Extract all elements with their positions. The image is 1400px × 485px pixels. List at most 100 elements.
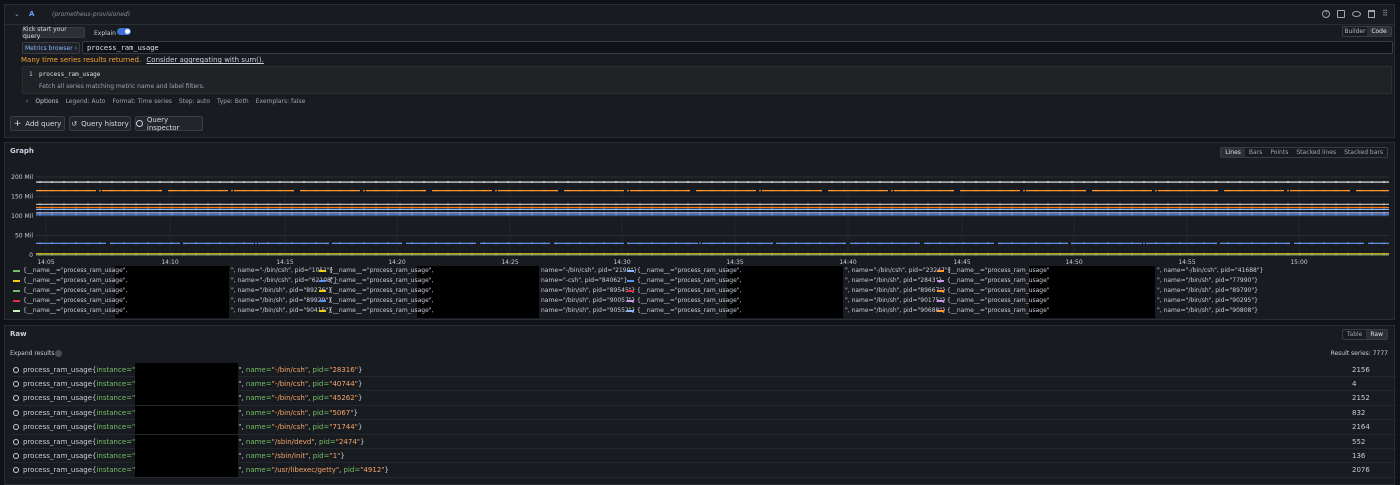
series-point — [1383, 206, 1385, 209]
legend-item[interactable]: {__name__="process_ram_usage", — [319, 287, 433, 294]
raw-result-row[interactable]: process_ram_usage{instance=" ", name="-/b… — [13, 376, 1396, 392]
series-point — [1287, 206, 1289, 209]
series-point — [1323, 189, 1325, 192]
legend-label-end: ", name="-/bin/csh", pid="41688"} — [1157, 267, 1264, 274]
query-history-button[interactable]: ↺ Query history — [69, 116, 131, 131]
duplicate-icon[interactable] — [1337, 10, 1346, 18]
series-point — [1203, 206, 1205, 209]
legend-item[interactable]: {__name__="process_ram_usage" — [937, 267, 1050, 274]
legend-item[interactable]: {__name__="process_ram_usage", — [627, 267, 741, 274]
legend-item[interactable]: {__name__="process_ram_usage" — [937, 277, 1050, 284]
link-icon[interactable] — [13, 366, 19, 373]
aggregate-link[interactable]: Consider aggregating with sum(). — [146, 56, 263, 64]
link-icon[interactable] — [13, 467, 19, 474]
series-point — [747, 203, 749, 206]
explain-toggle[interactable] — [117, 28, 131, 35]
drag-handle-icon[interactable]: ⠿ — [1382, 10, 1388, 18]
legend-item[interactable]: {__name__="process_ram_usage", — [627, 307, 741, 314]
series-point — [747, 189, 749, 192]
mode-points-button[interactable]: Points — [1266, 148, 1292, 157]
delete-trash-icon[interactable] — [1368, 10, 1376, 18]
series-point — [315, 211, 317, 214]
query-ref-id[interactable]: A — [29, 10, 34, 18]
kickstart-query-button[interactable]: Kick start your query — [22, 26, 85, 40]
series-point — [135, 211, 137, 214]
series-point — [243, 242, 245, 245]
add-query-button[interactable]: + Add query — [10, 116, 65, 131]
suggestion-title: process_ram_usage — [39, 71, 101, 78]
raw-result-row[interactable]: process_ram_usage{instance=" ", name="/us… — [13, 463, 1396, 478]
series-point — [1179, 242, 1181, 245]
legend-item[interactable]: {__name__="process_ram_usage", — [319, 267, 433, 274]
legend-item[interactable]: {__name__="process_ram_usage", — [13, 287, 127, 294]
option-type: Type: Both — [217, 98, 249, 105]
query-inspector-button[interactable]: Query inspector — [135, 116, 203, 132]
link-icon[interactable] — [13, 409, 19, 416]
series-point — [675, 181, 677, 183]
legend-item[interactable]: {__name__="process_ram_usage", — [13, 307, 127, 314]
legend-item[interactable]: {__name__="process_ram_usage", — [627, 297, 741, 304]
series-point — [975, 203, 977, 206]
legend-item[interactable]: {__name__="process_ram_usage" — [937, 287, 1050, 294]
query-expression-input[interactable]: process_ram_usage — [82, 41, 1393, 54]
legend-item[interactable]: {__name__="process_ram_usage", — [319, 277, 433, 284]
series-point — [339, 206, 341, 209]
link-icon[interactable] — [13, 380, 19, 387]
legend-item[interactable]: {__name__="process_ram_usage", — [319, 297, 433, 304]
code-mode-button[interactable]: Code — [1367, 27, 1391, 36]
mode-bars-button[interactable]: Bars — [1245, 148, 1266, 157]
series-point — [159, 253, 161, 256]
raw-result-row[interactable]: process_ram_usage{instance=" ", name="-/b… — [13, 405, 1396, 421]
raw-result-row[interactable]: process_ram_usage{instance=" ", name="/sb… — [13, 434, 1396, 449]
mode-lines-button[interactable]: Lines — [1221, 148, 1245, 157]
series-point — [1179, 189, 1181, 192]
collapse-chevron-icon[interactable]: ⌄ — [14, 10, 20, 18]
link-icon[interactable] — [13, 395, 19, 402]
builder-mode-button[interactable]: Builder — [1343, 27, 1367, 36]
raw-result-row[interactable]: process_ram_usage{instance=" ", name="-/b… — [13, 391, 1396, 406]
series-point — [603, 181, 605, 183]
legend-item[interactable]: {__name__="process_ram_usage", — [627, 277, 741, 284]
legend-item[interactable]: {__name__="process_ram_usage", — [13, 297, 127, 304]
raw-result-row[interactable]: process_ram_usage{instance=" ", name="/sb… — [13, 448, 1396, 464]
query-options-row[interactable]: › Options Legend: Auto Format: Time seri… — [22, 95, 1392, 108]
series-point — [1215, 203, 1217, 206]
series-point — [603, 253, 605, 256]
series-point — [171, 203, 173, 206]
legend-label-end: name="/bin/sh", pid="90552"} — [541, 307, 636, 314]
link-icon[interactable] — [13, 424, 19, 431]
series-point — [615, 208, 617, 211]
raw-series-value: 136 — [1352, 451, 1366, 460]
table-view-button[interactable]: Table — [1343, 330, 1367, 339]
raw-view-button[interactable]: Raw — [1366, 330, 1387, 339]
mode-stacked-lines-button[interactable]: Stacked lines — [1292, 148, 1340, 157]
raw-result-row[interactable]: process_ram_usage{instance=" ", name="-/b… — [13, 420, 1396, 435]
legend-item[interactable]: {__name__="process_ram_usage" — [937, 297, 1050, 304]
series-point — [603, 206, 605, 209]
series-point — [315, 253, 317, 256]
series-point — [999, 211, 1001, 214]
mode-stacked-bars-button[interactable]: Stacked bars — [1340, 148, 1387, 157]
series-point — [483, 211, 485, 214]
series-point — [891, 203, 893, 206]
series-point — [507, 203, 509, 206]
series-point — [747, 211, 749, 214]
legend-item[interactable]: {__name__="process_ram_usage" — [937, 307, 1050, 314]
legend-item[interactable]: {__name__="process_ram_usage", — [319, 307, 433, 314]
autocomplete-suggestion[interactable]: 1 process_ram_usage Fetch all series mat… — [22, 66, 1392, 94]
visibility-eye-icon[interactable] — [1352, 11, 1362, 17]
metrics-browser-button[interactable]: Metrics browser › — [22, 42, 80, 54]
legend-item[interactable]: {__name__="process_ram_usage", — [13, 277, 127, 284]
help-icon[interactable]: ? — [1322, 10, 1331, 18]
series-point — [1095, 253, 1097, 256]
expand-results-toggle[interactable] — [55, 350, 62, 357]
legend-item[interactable]: {__name__="process_ram_usage", — [13, 267, 127, 274]
series-point — [39, 213, 41, 216]
link-icon[interactable] — [13, 452, 19, 459]
raw-result-row[interactable]: process_ram_usage{instance=" ", name="-/b… — [13, 362, 1396, 377]
link-icon[interactable] — [13, 438, 19, 445]
legend-label-end: ", name="-/bin/csh", pid="23247"} — [845, 267, 952, 274]
series-point — [435, 206, 437, 209]
legend-item[interactable]: {__name__="process_ram_usage", — [627, 287, 741, 294]
series-point — [639, 189, 641, 192]
